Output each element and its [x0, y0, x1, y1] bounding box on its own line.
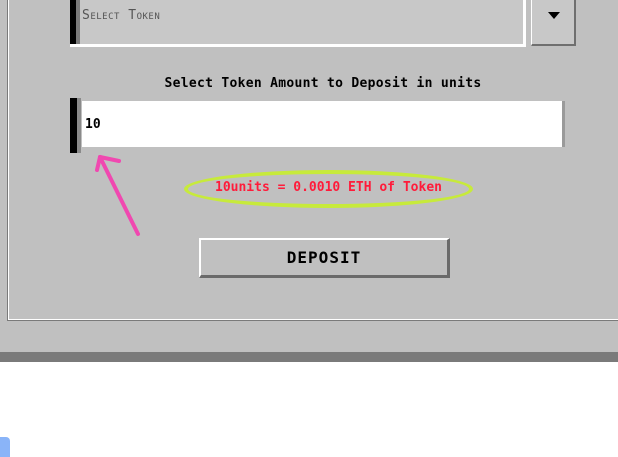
- amount-input[interactable]: [82, 101, 562, 147]
- chevron-down-icon: [548, 12, 560, 19]
- token-select[interactable]: Select Token: [70, 0, 526, 47]
- token-dropdown-button[interactable]: [531, 0, 576, 46]
- token-select-placeholder: Select Token: [82, 8, 161, 23]
- amount-label: Select Token Amount to Deposit in units: [164, 76, 482, 91]
- arrow-pointer-icon: [95, 155, 140, 236]
- corner-badge: [0, 437, 10, 457]
- conversion-rate-text: 10units = 0.0010 ETH of Token: [215, 180, 442, 195]
- panel-bottom-bar: [0, 352, 618, 362]
- deposit-button[interactable]: DEPOSIT: [199, 238, 450, 278]
- input-right-bevel: [562, 101, 565, 147]
- input-left-shadow: [77, 98, 81, 153]
- input-left-bevel: [70, 98, 77, 153]
